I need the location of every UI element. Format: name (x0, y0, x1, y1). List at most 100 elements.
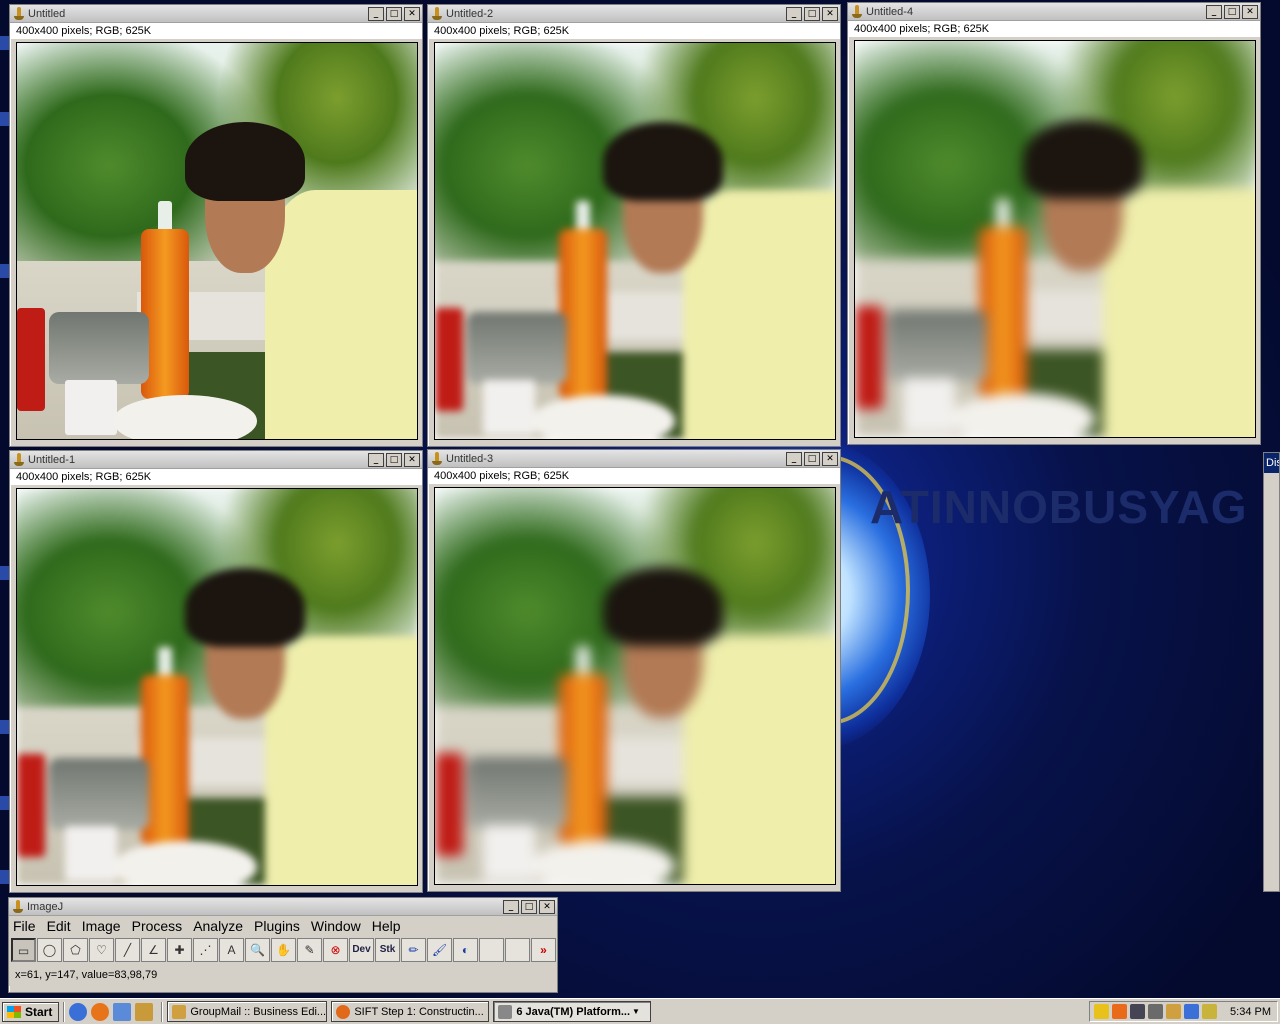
task-sift[interactable]: SIFT Step 1: Constructin... (331, 1001, 490, 1022)
task-label: SIFT Step 1: Constructin... (354, 1005, 484, 1018)
more-tools-icon[interactable]: » (531, 938, 556, 962)
image-canvas[interactable] (434, 487, 836, 885)
title-bar[interactable]: Untitled-3 _ □ ✕ (428, 450, 840, 468)
window-title: Untitled-1 (28, 453, 76, 466)
wand-tool-icon[interactable]: ⋰ (193, 938, 218, 962)
pencil-tool-icon[interactable]: ✏ (401, 938, 426, 962)
title-bar[interactable]: Untitled _ □ ✕ (10, 5, 422, 23)
menu-process[interactable]: Process (132, 918, 183, 934)
minimize-button[interactable]: _ (786, 6, 802, 21)
minimize-button[interactable]: _ (368, 452, 384, 467)
menu-analyze[interactable]: Analyze (193, 918, 243, 934)
maximize-button[interactable]: □ (386, 6, 402, 21)
shield-icon[interactable] (1094, 1004, 1110, 1019)
dropper-tool-icon[interactable]: ✎ (297, 938, 322, 962)
image-info: 400x400 pixels; RGB; 625K (10, 23, 422, 39)
menu-edit[interactable]: Edit (47, 918, 71, 934)
magnifier-tool-icon[interactable]: 🔍 (245, 938, 270, 962)
connection-icon[interactable] (1184, 1004, 1200, 1019)
firefox-icon (336, 1004, 351, 1019)
audio-icon[interactable] (1166, 1004, 1182, 1019)
maximize-button[interactable]: □ (804, 6, 820, 21)
line-tool-icon[interactable]: ╱ (115, 938, 140, 962)
side-window[interactable]: Dis (1263, 452, 1280, 892)
java-cup-icon (432, 6, 442, 21)
network-icon[interactable] (1130, 1004, 1146, 1019)
firefox-icon[interactable] (91, 1002, 110, 1021)
mail-icon[interactable] (135, 1002, 154, 1021)
oval-tool-icon[interactable]: ◯ (37, 938, 62, 962)
clock[interactable]: 5:34 PM (1230, 1006, 1271, 1018)
minimize-button[interactable]: _ (786, 451, 802, 466)
minimize-button[interactable]: _ (368, 6, 384, 21)
photo-blurred (435, 43, 835, 439)
java-cup-icon (432, 451, 442, 466)
angle-tool-icon[interactable]: ∠ (141, 938, 166, 962)
side-window-title: Dis (1264, 453, 1279, 473)
image-canvas[interactable] (854, 40, 1256, 438)
image-canvas[interactable] (16, 42, 418, 440)
maximize-button[interactable]: □ (521, 899, 537, 914)
menu-help[interactable]: Help (372, 918, 401, 934)
custom-tool-icon[interactable]: ⊗ (323, 938, 348, 962)
rectangle-tool-icon[interactable]: ▭ (11, 938, 36, 962)
title-bar[interactable]: Untitled-2 _ □ ✕ (428, 5, 840, 23)
outlook-icon[interactable] (113, 1002, 132, 1021)
start-label: Start (25, 1004, 53, 1019)
java-cup-icon (852, 4, 862, 19)
window-title: Untitled (28, 7, 66, 20)
polygon-tool-icon[interactable]: ⬠ (63, 938, 88, 962)
flood-fill-tool-icon[interactable]: ◐ (453, 938, 478, 962)
task-java-platform[interactable]: 6 Java(TM) Platform... ▼ (493, 1001, 652, 1022)
point-tool-icon[interactable]: ✚ (167, 938, 192, 962)
freehand-tool-icon[interactable]: ♡ (89, 938, 114, 962)
close-button[interactable]: ✕ (539, 899, 555, 914)
minimize-button[interactable]: _ (503, 899, 519, 914)
minimize-button[interactable]: _ (1206, 4, 1222, 19)
close-button[interactable]: ✕ (404, 6, 420, 21)
hand-tool-icon[interactable]: ✋ (271, 938, 296, 962)
ie-icon[interactable] (69, 1002, 88, 1021)
empty-tool-slot[interactable] (479, 938, 504, 962)
title-bar[interactable]: Untitled-1 _ □ ✕ (10, 451, 422, 469)
image-window-untitled-4[interactable]: Untitled-4 _ □ ✕ 400x400 pixels; RGB; 62… (847, 2, 1261, 445)
title-bar[interactable]: Untitled-4 _ □ ✕ (848, 3, 1260, 21)
image-canvas[interactable] (16, 488, 418, 886)
menu-plugins[interactable]: Plugins (254, 918, 300, 934)
separator (63, 1001, 66, 1022)
java-cup-icon (14, 452, 24, 467)
photo-blurred (435, 488, 835, 884)
brush-tool-icon[interactable]: 🖌 (427, 938, 452, 962)
app-tray-icon[interactable] (1112, 1004, 1128, 1019)
window-title: Untitled-2 (446, 7, 494, 20)
image-window-untitled-2[interactable]: Untitled-2 _ □ ✕ 400x400 pixels; RGB; 62… (427, 4, 841, 447)
task-groupmail[interactable]: GroupMail :: Business Edi... (167, 1001, 328, 1022)
separator (161, 1001, 164, 1022)
maximize-button[interactable]: □ (386, 452, 402, 467)
image-window-untitled[interactable]: Untitled _ □ ✕ 400x400 pixels; RGB; 625K (9, 4, 423, 447)
image-canvas[interactable] (434, 42, 836, 440)
maximize-button[interactable]: □ (804, 451, 820, 466)
java-group-icon (498, 1004, 513, 1019)
menu-window[interactable]: Window (311, 918, 361, 934)
text-tool-icon[interactable]: A (219, 938, 244, 962)
close-button[interactable]: ✕ (1242, 4, 1258, 19)
dev-menu-icon[interactable]: Dev (349, 938, 374, 962)
update-icon[interactable] (1202, 1004, 1218, 1019)
menu-file[interactable]: File (13, 918, 36, 934)
image-window-untitled-3[interactable]: Untitled-3 _ □ ✕ 400x400 pixels; RGB; 62… (427, 449, 841, 892)
maximize-button[interactable]: □ (1224, 4, 1240, 19)
task-label: GroupMail :: Business Edi... (190, 1005, 327, 1018)
imagej-main-window[interactable]: ImageJ _ □ ✕ File Edit Image Process Ana… (8, 897, 558, 993)
image-info: 400x400 pixels; RGB; 625K (848, 21, 1260, 37)
display-icon[interactable] (1148, 1004, 1164, 1019)
close-button[interactable]: ✕ (822, 451, 838, 466)
image-window-untitled-1[interactable]: Untitled-1 _ □ ✕ 400x400 pixels; RGB; 62… (9, 450, 423, 893)
menu-image[interactable]: Image (82, 918, 121, 934)
start-button[interactable]: Start (2, 1001, 60, 1022)
close-button[interactable]: ✕ (822, 6, 838, 21)
stack-menu-icon[interactable]: Stk (375, 938, 400, 962)
title-bar[interactable]: ImageJ _ □ ✕ (9, 898, 557, 916)
close-button[interactable]: ✕ (404, 452, 420, 467)
empty-tool-slot[interactable] (505, 938, 530, 962)
